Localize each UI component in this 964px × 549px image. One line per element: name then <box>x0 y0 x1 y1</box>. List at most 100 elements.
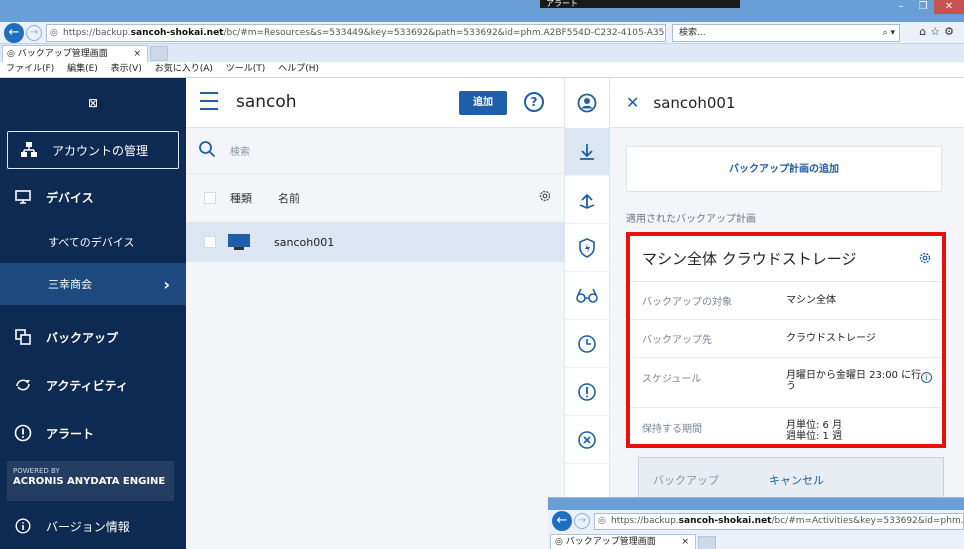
column-header-name[interactable]: 名前 <box>278 190 300 206</box>
second-browser-window[interactable]: ← → ◎ https://backup.sancoh-shokai.net/bc… <box>548 497 964 549</box>
sidebar-item-devices[interactable]: デバイス <box>0 173 186 221</box>
menu-favorites[interactable]: お気に入り(A) <box>155 64 213 74</box>
menu-tools[interactable]: ツール(T) <box>226 64 266 74</box>
tab-backup-console[interactable]: ◎ バックアップ管理画面 × <box>2 45 148 62</box>
table-header: 種類 名前 <box>186 174 564 222</box>
sidebar: ⊠ アカウントの管理 デバイス すべてのデバイス 三幸商会 › バックアップ ア… <box>0 78 186 549</box>
link-glasses-icon[interactable] <box>565 272 609 320</box>
forward-arrow-icon[interactable]: → <box>26 25 42 41</box>
sidebar-item-backup[interactable]: バックアップ <box>0 313 186 361</box>
minimize-icon[interactable]: – <box>890 0 912 14</box>
plan-row-schedule: スケジュール 月曜日から金曜日 23:00 に行う i <box>630 358 942 408</box>
new-tab-button[interactable] <box>698 536 716 549</box>
org-chart-icon <box>20 141 38 159</box>
plan-key: バックアップ先 <box>642 335 712 346</box>
sidebar-item-alerts[interactable]: アラート <box>0 409 186 457</box>
plan-name: マシン全体 クラウドストレージ <box>642 250 857 268</box>
logo: ⊠ <box>87 96 99 110</box>
device-list: 検索 種類 名前 sancoh001 <box>186 128 564 549</box>
plan-value: クラウドストレージ <box>786 333 876 344</box>
menu-help[interactable]: ヘルプ(H) <box>278 64 319 74</box>
site-icon: ◎ <box>50 28 58 38</box>
tab-close-icon[interactable]: × <box>133 46 141 62</box>
sidebar-item-activity[interactable]: アクティビティ <box>0 361 186 409</box>
url-prefix: https://backup. <box>611 516 679 526</box>
engine-name: ACRONIS ANYDATA ENGINE <box>13 476 166 487</box>
back-arrow-icon[interactable]: ← <box>4 23 24 43</box>
help-icon[interactable]: ? <box>524 92 544 112</box>
second-tab[interactable]: ◎ バックアップ管理画面 × <box>550 534 696 549</box>
select-all-checkbox[interactable] <box>204 192 216 204</box>
tab-close-icon[interactable]: × <box>681 535 689 549</box>
powered-by-badge: POWERED BY ACRONIS ANYDATA ENGINE <box>7 461 174 501</box>
plan-row-retention: 保持する期間 月単位: 6 月 週単位: 1 週 <box>630 408 942 458</box>
chevron-right-icon: › <box>163 274 170 294</box>
menu-view[interactable]: 表示(V) <box>111 64 142 74</box>
column-header-type[interactable]: 種類 <box>230 190 278 206</box>
sidebar-item-account-management[interactable]: アカウントの管理 <box>7 131 179 169</box>
close-window-icon[interactable]: ✕ <box>934 0 964 14</box>
search-icon[interactable]: ⌕ ▾ <box>883 25 895 41</box>
site-icon: ◎ <box>598 516 606 526</box>
backup-icon <box>14 328 32 346</box>
close-panel-icon[interactable]: ✕ <box>626 93 639 112</box>
device-action-strip <box>564 78 610 549</box>
browser-search-placeholder: 検索... <box>679 28 706 38</box>
menu-edit[interactable]: 編集(E) <box>67 64 98 74</box>
schedule-info-icon[interactable]: i <box>921 372 932 383</box>
forward-arrow-icon[interactable]: → <box>574 513 590 529</box>
tab-title: バックアップ管理画面 <box>565 537 656 547</box>
url-host: sancoh-shokai.net <box>130 28 224 38</box>
background-window-title: アラート <box>540 0 740 8</box>
maximize-icon[interactable]: ❐ <box>912 0 934 14</box>
delete-circle-x-icon[interactable] <box>565 416 609 464</box>
search-input[interactable]: 検索 <box>230 143 250 158</box>
sidebar-item-label: アラート <box>46 426 95 441</box>
computer-icon <box>228 234 250 250</box>
browser-toolbar-icons[interactable]: ⌂☆⚙ <box>919 25 958 38</box>
sidebar-item-label: デバイス <box>46 190 94 205</box>
plan-settings-gear-icon[interactable] <box>918 251 932 269</box>
address-bar-row: ← → ◎ https://backup.sancoh-shokai.net/bc… <box>0 22 964 44</box>
plan-row-destination: バックアップ先 クラウドストレージ <box>630 320 942 358</box>
backup-action-icon[interactable] <box>565 128 609 176</box>
browser-search-field[interactable]: 検索... ⌕ ▾ <box>672 24 900 42</box>
user-profile-icon[interactable] <box>565 78 609 128</box>
tab-title: バックアップ管理画面 <box>17 49 108 59</box>
new-tab-button[interactable] <box>150 46 168 61</box>
alert-action-icon[interactable] <box>565 368 609 416</box>
second-address-bar: ← → ◎ https://backup.sancoh-shokai.net/bc… <box>548 510 964 532</box>
protection-shield-icon[interactable] <box>565 224 609 272</box>
url-prefix: https://backup. <box>63 28 131 38</box>
backup-label: バックアップ <box>653 474 719 487</box>
cancel-link[interactable]: キャンセル <box>769 472 824 488</box>
table-row[interactable]: sancoh001 <box>186 222 564 262</box>
row-checkbox[interactable] <box>204 236 216 248</box>
tab-favicon-icon: ◎ <box>7 49 18 59</box>
sidebar-item-version-info[interactable]: バージョン情報 <box>0 506 186 546</box>
menu-file[interactable]: ファイル(F) <box>6 64 54 74</box>
sidebar-item-sancoh-shokai[interactable]: 三幸商会 › <box>0 263 186 305</box>
device-search[interactable]: 検索 <box>186 128 564 174</box>
second-url-field[interactable]: ◎ https://backup.sancoh-shokai.net/bc/#m=… <box>594 513 964 530</box>
search-icon <box>198 140 216 161</box>
applied-plans-label: 適用されたバックアップ計画 <box>626 214 756 225</box>
plan-value: マシン全体 <box>786 295 836 306</box>
tab-strip: ◎ バックアップ管理画面 × <box>0 44 964 62</box>
back-arrow-icon[interactable]: ← <box>552 511 572 531</box>
activity-clock-icon[interactable] <box>565 320 609 368</box>
hamburger-menu-icon[interactable] <box>200 92 218 110</box>
backup-plan-card[interactable]: マシン全体 クラウドストレージ バックアップの対象 マシン全体 バックアップ先 … <box>626 232 946 448</box>
plan-row-target: バックアップの対象 マシン全体 <box>630 282 942 320</box>
plan-value: 月単位: 6 月 週単位: 1 週 <box>786 420 843 442</box>
device-detail-panel: ✕ sancoh001 バックアップ計画の追加 適用されたバックアップ計画 マシ… <box>610 78 964 549</box>
add-button[interactable]: 追加 <box>459 91 507 115</box>
plan-key: 保持する期間 <box>642 424 702 435</box>
url-field[interactable]: ◎ https://backup.sancoh-shokai.net/bc/#m=… <box>46 24 666 42</box>
sidebar-item-all-devices[interactable]: すべてのデバイス <box>0 221 186 263</box>
column-settings-gear-icon[interactable] <box>538 189 552 206</box>
add-backup-plan-button[interactable]: バックアップ計画の追加 <box>626 146 942 192</box>
url-path: /bc/#m=Activities&key=533692&id=phm.A2BF… <box>771 516 964 526</box>
recovery-action-icon[interactable] <box>565 176 609 224</box>
second-window-title-bar <box>548 498 964 510</box>
